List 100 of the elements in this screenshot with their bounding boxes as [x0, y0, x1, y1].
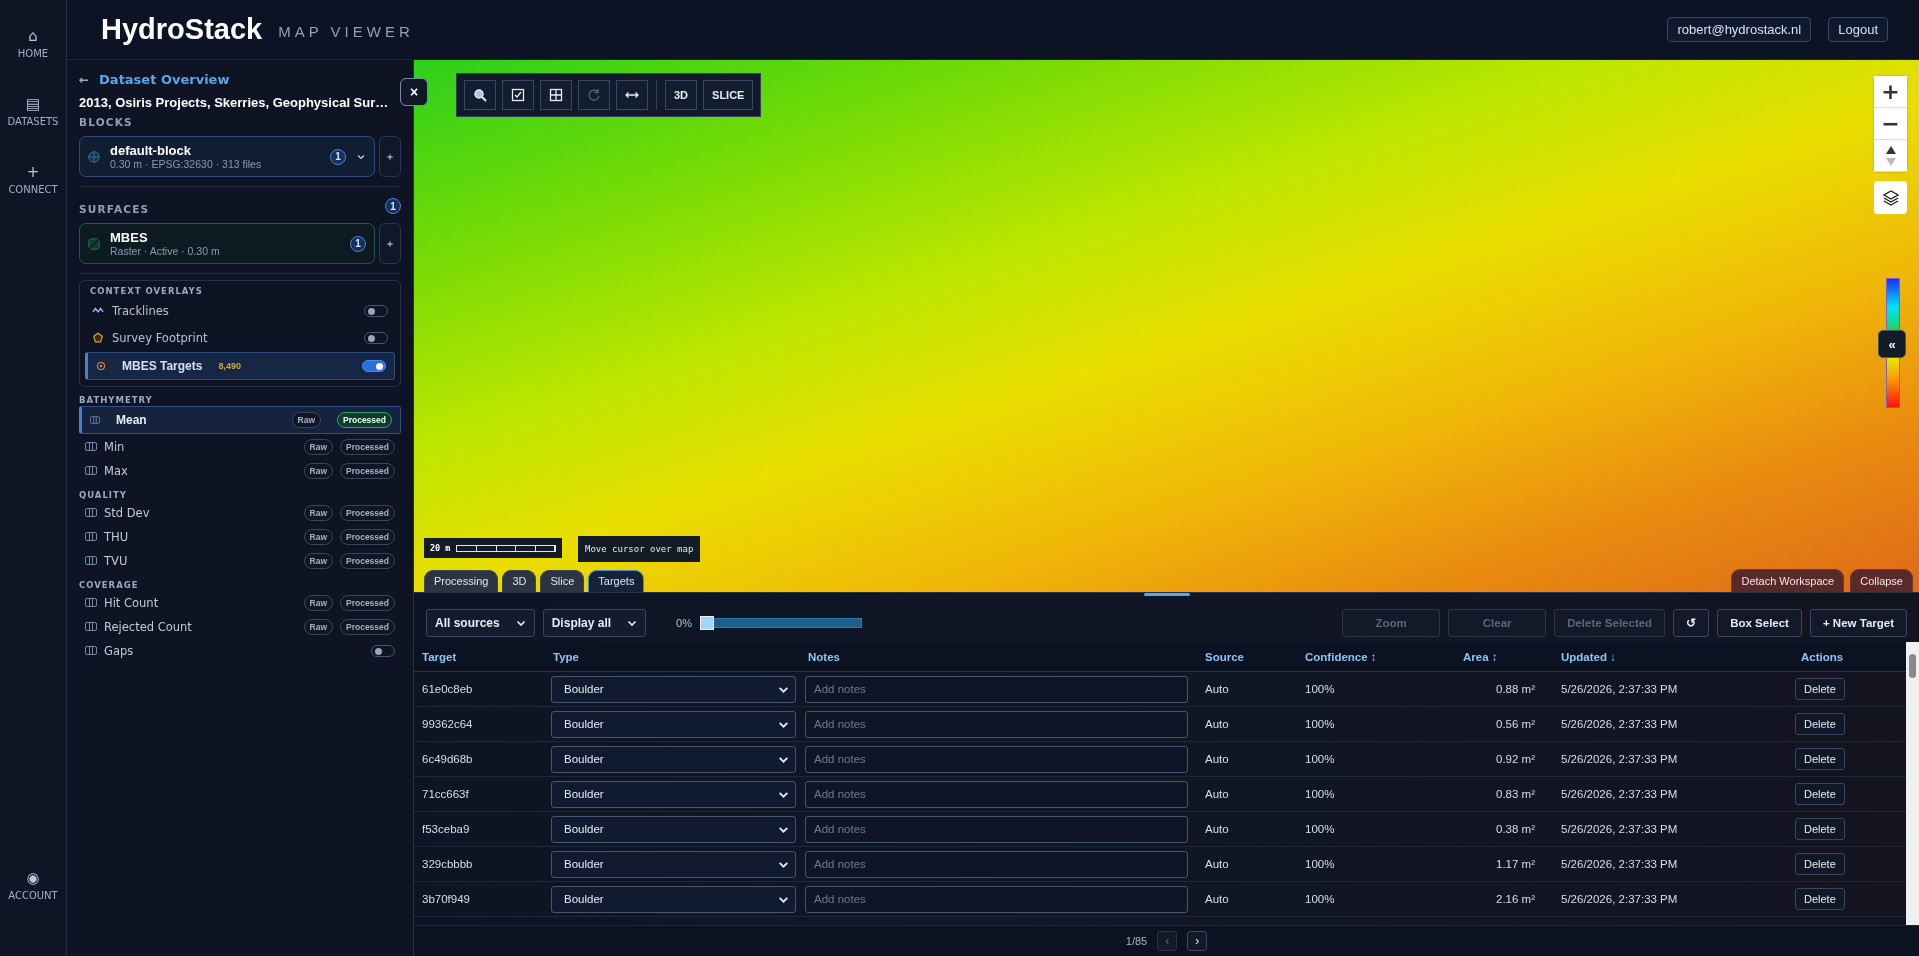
- mode-pill[interactable]: Raw: [303, 528, 333, 545]
- map-tab[interactable]: Slice: [540, 570, 585, 592]
- delete-button[interactable]: Delete: [1795, 853, 1845, 875]
- next-page-button[interactable]: ›: [1187, 931, 1208, 951]
- type-dropdown[interactable]: Boulder: [551, 745, 796, 773]
- mode-pill[interactable]: Raw: [303, 504, 333, 521]
- delete-button[interactable]: Delete: [1795, 818, 1845, 840]
- type-dropdown[interactable]: Boulder: [551, 850, 796, 878]
- map-tab[interactable]: 3D: [502, 570, 537, 592]
- toggle-switch[interactable]: [362, 360, 386, 372]
- layer-row[interactable]: Mean Raw Processed: [79, 406, 401, 434]
- legend-toggle-button[interactable]: «: [1878, 330, 1906, 358]
- crosshair-icon: [386, 151, 394, 162]
- scrollbar[interactable]: [1906, 642, 1919, 925]
- mode-pill[interactable]: Raw: [291, 412, 321, 428]
- tool-button[interactable]: [616, 80, 648, 110]
- back-arrow-icon[interactable]: ←: [79, 72, 90, 87]
- type-dropdown[interactable]: Boulder: [551, 885, 796, 913]
- workspace-button[interactable]: Detach Workspace: [1731, 569, 1845, 592]
- overlay-row[interactable]: MBES Targets 8,490: [85, 352, 395, 380]
- toggle-switch[interactable]: [364, 331, 388, 344]
- resize-handle[interactable]: [1143, 593, 1190, 596]
- nav-button[interactable]: + CONNECT: [2, 162, 64, 196]
- column-header[interactable]: Source: [1197, 650, 1297, 663]
- tool-button[interactable]: [540, 80, 572, 110]
- layer-row[interactable]: Rejected Count Raw Processed: [79, 615, 401, 638]
- toggle-switch[interactable]: [371, 644, 395, 657]
- close-button[interactable]: ×: [400, 78, 428, 106]
- mode-pill[interactable]: Raw: [303, 552, 333, 569]
- mode-pill[interactable]: Raw: [303, 594, 333, 611]
- nav-button[interactable]: ◉ ACCOUNT: [2, 868, 64, 902]
- tool-button[interactable]: [464, 80, 496, 110]
- logout-button[interactable]: Logout: [1828, 17, 1888, 42]
- layer-row[interactable]: Gaps: [79, 639, 401, 662]
- user-account-button[interactable]: robert@hydrostack.nl: [1667, 17, 1812, 42]
- layer-row[interactable]: TVU Raw Processed: [79, 549, 401, 572]
- notes-field[interactable]: Add notes: [805, 815, 1188, 843]
- nav-button[interactable]: ⌂ HOME: [11, 26, 55, 60]
- tool-button[interactable]: 3D: [665, 80, 698, 110]
- mode-pill[interactable]: Raw: [303, 438, 333, 455]
- column-header[interactable]: Actions: [1793, 650, 1906, 663]
- mode-pill[interactable]: Processed: [340, 438, 395, 455]
- notes-field[interactable]: Add notes: [805, 710, 1188, 738]
- mode-pill[interactable]: Raw: [303, 462, 333, 479]
- workspace-button[interactable]: Collapse: [1850, 569, 1913, 592]
- surface-card[interactable]: MBES Raster · Active · 0.30 m 1: [79, 223, 375, 264]
- slider-thumb[interactable]: [700, 616, 714, 630]
- panel-button[interactable]: ↺: [1673, 609, 1710, 637]
- mode-pill[interactable]: Processed: [337, 412, 392, 428]
- toggle-switch[interactable]: [364, 304, 388, 317]
- mode-pill[interactable]: Processed: [340, 552, 395, 569]
- layer-row[interactable]: THU Raw Processed: [79, 525, 401, 548]
- nav-button[interactable]: ▤ DATASETS: [1, 94, 65, 128]
- map-tab[interactable]: Processing: [424, 570, 499, 592]
- filter-dropdown[interactable]: All sources: [426, 609, 535, 637]
- panel-button[interactable]: + New Target: [1809, 609, 1907, 637]
- tool-button[interactable]: [502, 80, 534, 110]
- column-header[interactable]: Notes: [800, 650, 1197, 663]
- layer-row[interactable]: Min Raw Processed: [79, 435, 401, 458]
- notes-field[interactable]: Add notes: [805, 745, 1188, 773]
- zoom-out-button[interactable]: −: [1874, 108, 1907, 140]
- notes-field[interactable]: Add notes: [805, 675, 1188, 703]
- block-card[interactable]: default-block 0.30 m · EPSG:32630 · 313 files 1: [79, 136, 375, 177]
- back-link[interactable]: Dataset Overview: [99, 72, 230, 87]
- column-header[interactable]: Target: [414, 650, 545, 663]
- type-dropdown[interactable]: Boulder: [551, 780, 796, 808]
- notes-field[interactable]: Add notes: [805, 885, 1188, 913]
- delete-button[interactable]: Delete: [1795, 783, 1845, 805]
- column-header[interactable]: Area ↕: [1455, 650, 1553, 663]
- mode-pill[interactable]: Raw: [303, 618, 333, 635]
- compass-button[interactable]: [1874, 140, 1907, 172]
- delete-button[interactable]: Delete: [1795, 748, 1845, 770]
- type-dropdown[interactable]: Boulder: [551, 675, 796, 703]
- delete-button[interactable]: Delete: [1795, 888, 1845, 910]
- type-dropdown[interactable]: Boulder: [551, 710, 796, 738]
- delete-button[interactable]: Delete: [1795, 678, 1845, 700]
- panel-button[interactable]: Box Select: [1717, 609, 1802, 637]
- tool-button[interactable]: SLICE: [703, 80, 754, 110]
- column-header[interactable]: Type: [545, 650, 800, 663]
- mode-pill[interactable]: Processed: [340, 462, 395, 479]
- column-header[interactable]: Confidence ↕: [1297, 650, 1455, 663]
- mode-pill[interactable]: Processed: [340, 594, 395, 611]
- layer-row[interactable]: Max Raw Processed: [79, 459, 401, 482]
- type-dropdown[interactable]: Boulder: [551, 815, 796, 843]
- notes-field[interactable]: Add notes: [805, 850, 1188, 878]
- overlay-row[interactable]: Tracklines: [85, 298, 395, 323]
- mode-pill[interactable]: Processed: [340, 504, 395, 521]
- mode-pill[interactable]: Processed: [340, 528, 395, 545]
- layer-row[interactable]: Std Dev Raw Processed: [79, 501, 401, 524]
- overlay-row[interactable]: Survey Footprint: [85, 325, 395, 350]
- mode-pill[interactable]: Processed: [340, 618, 395, 635]
- zoom-in-button[interactable]: +: [1874, 76, 1907, 108]
- map-tab[interactable]: Targets: [588, 570, 645, 592]
- notes-field[interactable]: Add notes: [805, 780, 1188, 808]
- layer-row[interactable]: Hit Count Raw Processed: [79, 591, 401, 614]
- delete-button[interactable]: Delete: [1795, 713, 1845, 735]
- slider-track[interactable]: [700, 618, 862, 628]
- layers-button[interactable]: [1874, 181, 1907, 214]
- column-header[interactable]: Updated ↓: [1553, 650, 1793, 663]
- filter-dropdown[interactable]: Display all: [542, 609, 647, 637]
